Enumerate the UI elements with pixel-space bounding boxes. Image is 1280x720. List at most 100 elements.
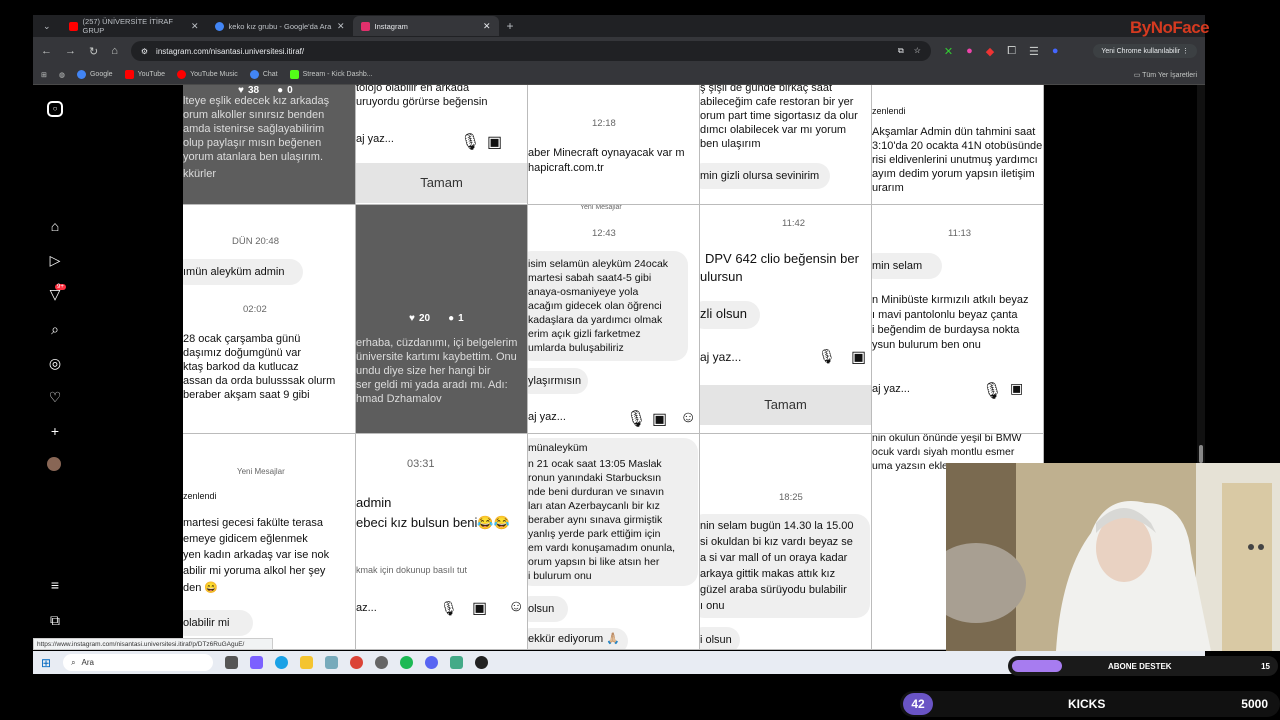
task-view-icon[interactable]: [225, 656, 239, 669]
home-icon[interactable]: ⌂: [111, 45, 118, 57]
globe-icon[interactable]: ◍: [59, 71, 65, 79]
image-icon: ▣: [472, 600, 488, 617]
chat-icon: [249, 70, 259, 79]
close-icon[interactable]: ✕: [483, 21, 491, 32]
close-icon[interactable]: ✕: [191, 21, 199, 32]
spotify-icon[interactable]: [400, 656, 414, 669]
browser-tab-bar: ⌄ (257) ÜNİVERSİTE İTİRAF GRUP ✕ keko kız…: [33, 15, 1205, 37]
all-bookmarks-link[interactable]: ▭ Tüm Yer İşaretleri: [1134, 71, 1197, 79]
post-tile[interactable]: ♥ 38 ● 0 lteye eşlik edecek kız arkadaş orum…: [183, 85, 356, 205]
post-tile[interactable]: 11:13 min selam n Minibüste kırmızılı at…: [872, 205, 1044, 434]
bookmark-kick[interactable]: Stream - Kick Dashb...: [289, 70, 373, 79]
instagram-sidebar: ○ ⌂ ▷ ▽ 9+ ⌕ ◎ ♡ + ≡ ⧉: [33, 85, 183, 650]
kicks-count: 42: [903, 693, 933, 715]
post-tile[interactable]: ş şişli de günde birkaç saat abileceğim c…: [700, 85, 872, 205]
cast-icon[interactable]: ⧉: [898, 46, 904, 56]
windows-start-icon[interactable]: ⊞: [41, 656, 51, 670]
sticker-icon: ☺: [508, 598, 525, 615]
apps-icon[interactable]: ⊞: [41, 71, 47, 79]
copilot-icon[interactable]: [250, 656, 264, 669]
bookmark-google[interactable]: Google: [76, 70, 113, 79]
post-tile[interactable]: münaleyküm n 21 ocak saat 13:05 Maslak ro…: [528, 434, 700, 650]
post-tile[interactable]: 11:42 DPV 642 clio beğensin ber ulursun z…: [700, 205, 872, 434]
taskbar-search[interactable]: ⌕ Ara: [63, 654, 214, 671]
chrome-icon[interactable]: [350, 656, 364, 669]
webcam-overlay: [946, 463, 1280, 651]
youtube-icon: [68, 21, 78, 31]
post-tile[interactable]: DÜN 20:48 ımün aleyküm admin 02:02 28 oc…: [183, 205, 356, 434]
tab-instagram[interactable]: Instagram ✕: [352, 16, 499, 36]
post-tile[interactable]: Yeni Mesajlar 12:43 isim selamün aleyküm…: [528, 205, 700, 434]
gear-icon[interactable]: [375, 656, 389, 669]
extension-icon[interactable]: ●: [966, 45, 973, 57]
post-tile[interactable]: 18:25 nin selam bugün 14.30 la 15.00 si o…: [700, 434, 872, 650]
threads-icon[interactable]: ⧉: [47, 612, 63, 628]
instagram-logo-icon[interactable]: ○: [47, 101, 63, 117]
bookmark-chat[interactable]: Chat: [249, 70, 278, 79]
status-url-tooltip: https://www.instagram.com/nisantasi.univ…: [33, 638, 273, 650]
search-icon[interactable]: ⌕: [47, 321, 63, 337]
menu-icon[interactable]: ≡: [47, 577, 63, 593]
google-icon: [76, 70, 86, 79]
subscriber-goal-bar: ABONE DESTEK 15: [1008, 656, 1278, 676]
bookmark-youtube-music[interactable]: YouTube Music: [177, 70, 238, 79]
heart-icon[interactable]: ♡: [47, 389, 63, 405]
new-chrome-button[interactable]: Yeni Chrome kullanılabilir ⋮: [1093, 44, 1197, 58]
reload-icon[interactable]: ↻: [89, 45, 98, 58]
calculator-icon[interactable]: [450, 656, 464, 669]
page-margin: [1044, 85, 1205, 465]
url-input[interactable]: ⚙ instagram.com/nisantasi.universitesi.it…: [130, 41, 931, 61]
explore-icon[interactable]: ◎: [47, 355, 63, 371]
post-tile[interactable]: Yeni Mesajlar zenlendi martesi gecesi fa…: [183, 434, 356, 650]
file-explorer-icon[interactable]: [300, 656, 314, 669]
bookmark-star-icon[interactable]: ☆: [914, 46, 921, 56]
post-tile[interactable]: zenlendi Akşamlar Admin dün tahmini saat…: [872, 85, 1044, 205]
microphone-icon: 🎙: [982, 383, 1003, 400]
settings-app-icon[interactable]: [325, 656, 339, 669]
tab-list-icon[interactable]: ☰: [1029, 45, 1039, 58]
kick-icon: [289, 70, 299, 79]
edge-icon[interactable]: [275, 656, 289, 669]
instagram-icon: [360, 21, 370, 31]
ok-button: Tamam: [356, 163, 527, 203]
tab-google[interactable]: keko kız grubu - Google'da Ara ✕: [207, 16, 353, 36]
new-tab-button[interactable]: +: [499, 19, 522, 33]
kicks-goal-bar: 42 KICKS 5000: [900, 691, 1280, 717]
microphone-icon: 🎙: [818, 348, 836, 364]
youtube-icon: [124, 70, 134, 79]
extension-icon[interactable]: ◆: [986, 45, 994, 58]
bookmarks-bar: ⊞ ◍ Google YouTube YouTube Music Chat St…: [33, 65, 1205, 85]
post-grid: ♥ 38 ● 0 lteye eşlik edecek kız arkadaş orum…: [183, 85, 1044, 650]
post-tile[interactable]: 12:18 aber Minecraft oynayacak var m hapi…: [528, 85, 700, 205]
create-icon[interactable]: +: [47, 423, 63, 439]
close-icon[interactable]: ✕: [337, 21, 345, 32]
post-tile[interactable]: 03:31 admin ebeci kız bulsun beni😂😂 kmak …: [356, 434, 528, 650]
image-icon: ▣: [1010, 380, 1024, 396]
microphone-icon: 🎙: [460, 134, 481, 151]
google-icon: [214, 21, 224, 31]
sticker-icon: ☺: [680, 409, 697, 426]
puzzle-icon[interactable]: ⧠: [1007, 45, 1016, 58]
image-icon: ▣: [652, 411, 668, 428]
tab-search-icon[interactable]: ⌄: [33, 21, 61, 32]
image-icon: ▣: [487, 134, 503, 151]
extension-icon[interactable]: ✕: [944, 45, 953, 58]
bynoface-logo: ByNoFace: [1130, 18, 1210, 37]
profile-avatar[interactable]: [47, 457, 61, 471]
bookmark-youtube[interactable]: YouTube: [124, 70, 165, 79]
discord-icon[interactable]: [425, 656, 439, 669]
post-tile[interactable]: tolojo olabilir en arkada uruyordu görürs…: [356, 85, 528, 205]
site-info-icon[interactable]: ⚙: [141, 47, 148, 56]
reels-icon[interactable]: ▷: [47, 252, 63, 268]
post-tile[interactable]: ♥ 20 ● 1 erhaba, cüzdanımı, içi belgelerim ü…: [356, 205, 528, 434]
forward-icon[interactable]: →: [65, 45, 76, 57]
scrollbar-thumb[interactable]: [1199, 445, 1203, 463]
youtube-music-icon: [177, 70, 187, 79]
back-icon[interactable]: ←: [41, 45, 52, 57]
tab-youtube[interactable]: (257) ÜNİVERSİTE İTİRAF GRUP ✕: [61, 16, 207, 36]
home-icon[interactable]: ⌂: [47, 218, 63, 234]
profile-avatar[interactable]: ●: [1052, 45, 1059, 57]
comment-icon: ●: [448, 313, 455, 324]
post-stats: ♥ 20 ● 1: [409, 313, 464, 324]
obs-icon[interactable]: [475, 656, 489, 669]
